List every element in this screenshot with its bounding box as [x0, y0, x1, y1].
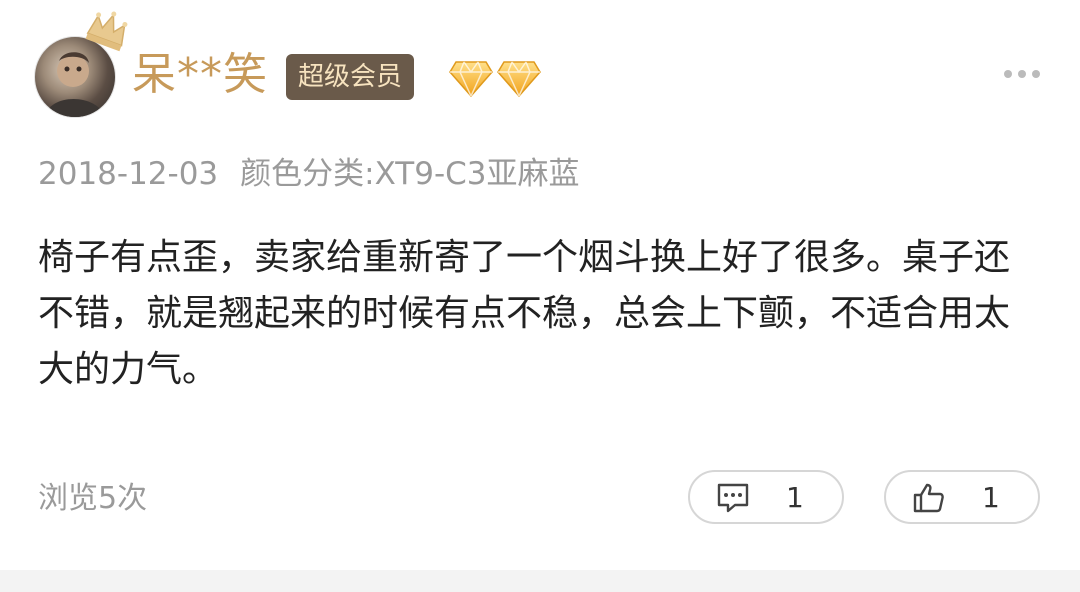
comment-icon [717, 483, 749, 513]
diamond-icon [497, 61, 541, 98]
comment-button[interactable]: 1 [688, 470, 844, 524]
review-variant: 颜色分类:XT9-C3亚麻蓝 [240, 156, 580, 192]
username[interactable]: 呆**笑 [132, 48, 268, 102]
separator-strip [0, 570, 1080, 592]
more-dots-icon[interactable] [1004, 70, 1040, 78]
like-count: 1 [982, 481, 1000, 514]
review-meta: 2018-12-03 颜色分类:XT9-C3亚麻蓝 [38, 154, 580, 194]
view-count: 浏览5次 [38, 481, 148, 516]
diamond-icon [449, 61, 493, 98]
vip-level-diamonds [448, 58, 542, 98]
vip-badge: 超级会员 [286, 54, 415, 100]
like-button[interactable]: 1 [884, 470, 1040, 524]
more-dot [1004, 70, 1012, 78]
review-date: 2018-12-03 [38, 156, 219, 192]
comment-count: 1 [786, 481, 804, 514]
avatar-container[interactable] [34, 11, 128, 118]
thumbs-up-icon [913, 483, 944, 513]
more-dot [1032, 70, 1040, 78]
more-dot [1018, 70, 1026, 78]
review-text: 椅子有点歪，卖家给重新寄了一个烟斗换上好了很多。桌子还不错，就是翘起来的时候有点… [38, 237, 1011, 390]
review-card: 呆**笑 超级会员 2018-12-03 颜色分类:XT9-C3亚麻蓝 椅子有点… [0, 0, 1080, 570]
